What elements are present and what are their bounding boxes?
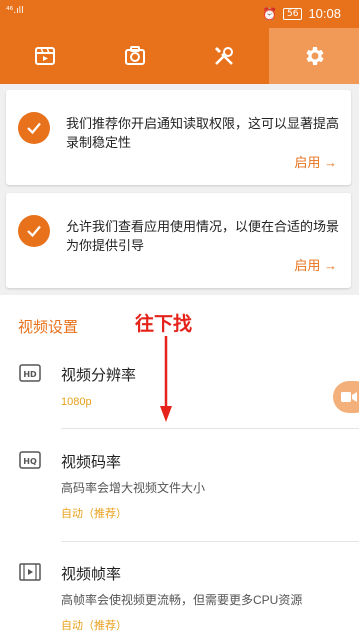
framerate-setting-desc: 高帧率会使视频更流畅，但需要更多CPU资源	[61, 593, 303, 607]
video-camera-icon	[341, 392, 357, 402]
svg-text:HD: HD	[23, 370, 37, 379]
film-icon	[34, 47, 55, 65]
notification-permission-card: 我们推荐你开启通知读取权限，这可以显著提高录制稳定性 启用 →	[6, 90, 351, 185]
card-text: 允许我们查看应用使用情况，以便在合适的场景为你提供引导	[66, 219, 340, 253]
framerate-setting-title[interactable]: 视频帧率	[61, 563, 121, 584]
annotation-text: 往下找	[135, 314, 193, 335]
hd-icon: HD	[19, 364, 41, 382]
divider	[61, 541, 359, 542]
down-arrow-annotation	[160, 336, 172, 422]
floating-record-button[interactable]	[333, 381, 359, 413]
battery-indicator: 56	[283, 7, 303, 20]
enable-button[interactable]: 启用 →	[294, 152, 337, 171]
check-circle-icon	[18, 112, 50, 144]
tab-camera[interactable]	[90, 28, 180, 84]
video-settings-heading: 视频设置	[18, 319, 79, 336]
hq-icon: HQ	[19, 451, 41, 469]
status-right-group: ⏰ 56 10:08	[262, 6, 341, 21]
gear-icon	[306, 47, 324, 65]
check-circle-icon	[18, 215, 50, 247]
tools-icon	[215, 46, 234, 65]
top-tab-bar	[0, 28, 359, 84]
film-frame-icon	[19, 563, 41, 581]
status-time: 10:08	[308, 6, 341, 21]
usage-permission-card: 允许我们查看应用使用情况，以便在合适的场景为你提供引导 启用 →	[6, 193, 351, 288]
resolution-setting-title[interactable]: 视频分辨率	[61, 364, 136, 385]
bitrate-setting-value: 自动（推荐）	[61, 508, 127, 520]
enable-button[interactable]: 启用 →	[294, 255, 337, 274]
divider	[61, 428, 359, 429]
bitrate-setting-title[interactable]: 视频码率	[61, 451, 121, 472]
tab-tools[interactable]	[180, 28, 270, 84]
svg-text:HQ: HQ	[23, 457, 37, 466]
framerate-setting-value: 自动（推荐）	[61, 620, 127, 632]
status-bar: ⁴⁶.ıll ⏰ 56 10:08	[0, 0, 359, 28]
resolution-setting-value: 1080p	[61, 396, 92, 408]
tab-settings[interactable]	[269, 28, 359, 84]
card-text: 我们推荐你开启通知读取权限，这可以显著提高录制稳定性	[66, 116, 340, 150]
bitrate-setting-desc: 高码率会增大视频文件大小	[61, 481, 206, 495]
tab-video[interactable]	[0, 28, 90, 84]
signal-indicator: ⁴⁶.ıll	[6, 6, 24, 16]
alarm-icon: ⏰	[262, 6, 277, 21]
camera-icon	[124, 46, 145, 65]
